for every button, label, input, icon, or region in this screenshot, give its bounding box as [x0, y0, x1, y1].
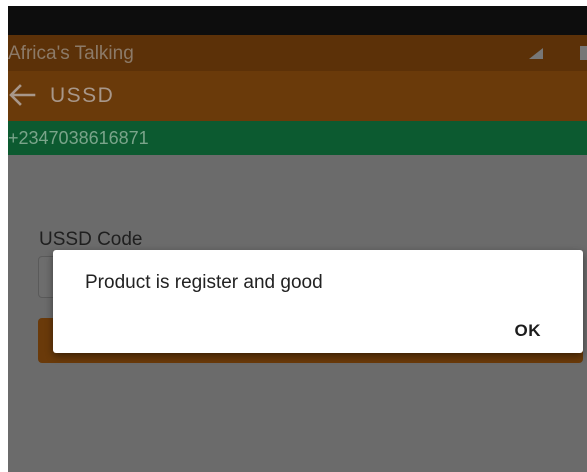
battery-icon: [580, 46, 587, 60]
ussd-code-label: USSD Code: [39, 229, 143, 250]
phone-number: +2347038616871: [8, 128, 149, 148]
ok-button[interactable]: OK: [515, 321, 542, 341]
signal-icon: [529, 48, 543, 59]
phone-number-bar: +2347038616871: [8, 121, 587, 155]
top-black-bar: [8, 6, 587, 35]
dialog-message: Product is register and good: [85, 272, 323, 293]
toolbar: USSD: [8, 71, 587, 121]
arrow-left-icon[interactable]: [8, 83, 36, 107]
app-screen: Africa's Talking USSD +2347038616871 USS…: [8, 6, 587, 472]
app-name: Africa's Talking: [8, 43, 134, 64]
page-title: USSD: [50, 84, 115, 107]
alert-dialog: Product is register and good OK: [53, 250, 583, 353]
status-bar: Africa's Talking: [8, 35, 587, 71]
